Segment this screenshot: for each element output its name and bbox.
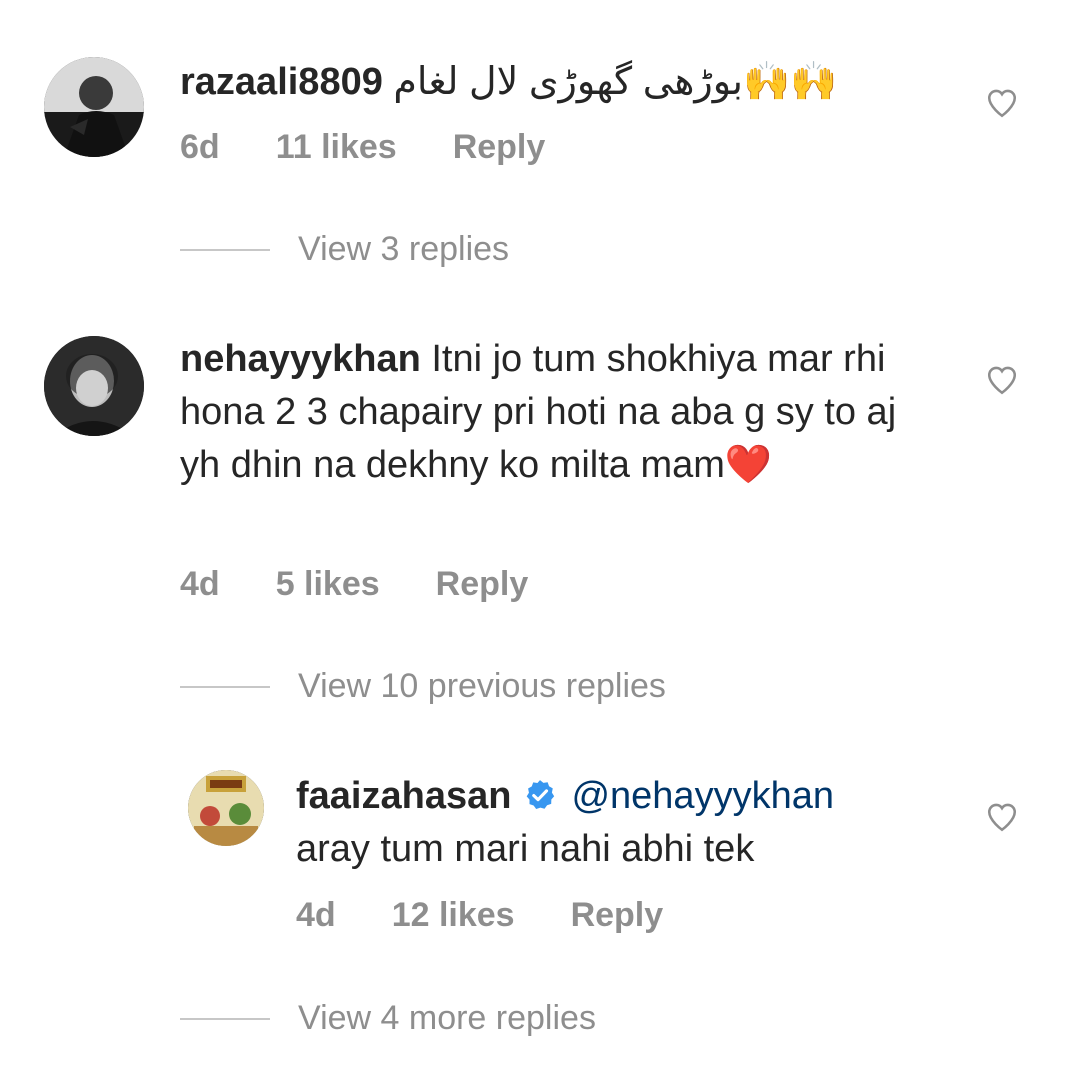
reply-button[interactable]: Reply xyxy=(436,565,529,604)
view-previous-replies-button[interactable]: View 10 previous replies xyxy=(180,667,666,706)
username[interactable]: nehayyykhan xyxy=(180,338,421,380)
view-more-replies-button[interactable]: View 4 more replies xyxy=(180,999,596,1038)
comment-text: razaali8809 بوڑھی گھوڑی لال لغام🙌🙌 xyxy=(180,56,940,109)
avatar[interactable] xyxy=(188,770,264,846)
reply-button[interactable]: Reply xyxy=(453,128,546,167)
divider xyxy=(180,1017,270,1020)
reply-meta: 4d 12 likes Reply xyxy=(296,896,719,935)
mention-link[interactable]: @nehayyykhan xyxy=(571,775,834,817)
username[interactable]: razaali8809 xyxy=(180,61,383,103)
likes-count[interactable]: 5 likes xyxy=(276,565,380,604)
comment-text: nehayyykhan Itni jo tum shokhiya mar rhi… xyxy=(180,333,940,492)
heart-icon[interactable] xyxy=(985,363,1019,397)
reply-button[interactable]: Reply xyxy=(571,896,664,935)
comment-meta: 6d 11 likes Reply xyxy=(180,128,601,167)
avatar[interactable] xyxy=(44,57,144,157)
likes-count[interactable]: 11 likes xyxy=(276,128,397,167)
reply-body: aray tum mari nahi abhi tek xyxy=(296,828,755,870)
view-replies-label[interactable]: View 3 replies xyxy=(298,230,509,269)
comment-meta: 4d 5 likes Reply xyxy=(180,565,584,604)
view-replies-button[interactable]: View 3 replies xyxy=(180,230,509,269)
view-replies-label[interactable]: View 4 more replies xyxy=(298,999,596,1038)
view-replies-label[interactable]: View 10 previous replies xyxy=(298,667,666,706)
divider xyxy=(180,248,270,251)
verified-badge-icon xyxy=(527,780,555,809)
likes-count[interactable]: 12 likes xyxy=(392,896,515,935)
heart-icon[interactable] xyxy=(985,800,1019,834)
timestamp: 6d xyxy=(180,128,220,166)
reply-text: faaizahasan @nehayyykhan aray tum mari n… xyxy=(296,770,956,876)
comment-body: بوڑھی گھوڑی لال لغام🙌🙌 xyxy=(393,61,838,103)
heart-icon[interactable] xyxy=(985,86,1019,120)
username[interactable]: faaizahasan xyxy=(296,775,511,817)
timestamp: 4d xyxy=(296,896,336,934)
divider xyxy=(180,685,270,688)
timestamp: 4d xyxy=(180,565,220,603)
avatar[interactable] xyxy=(44,336,144,436)
